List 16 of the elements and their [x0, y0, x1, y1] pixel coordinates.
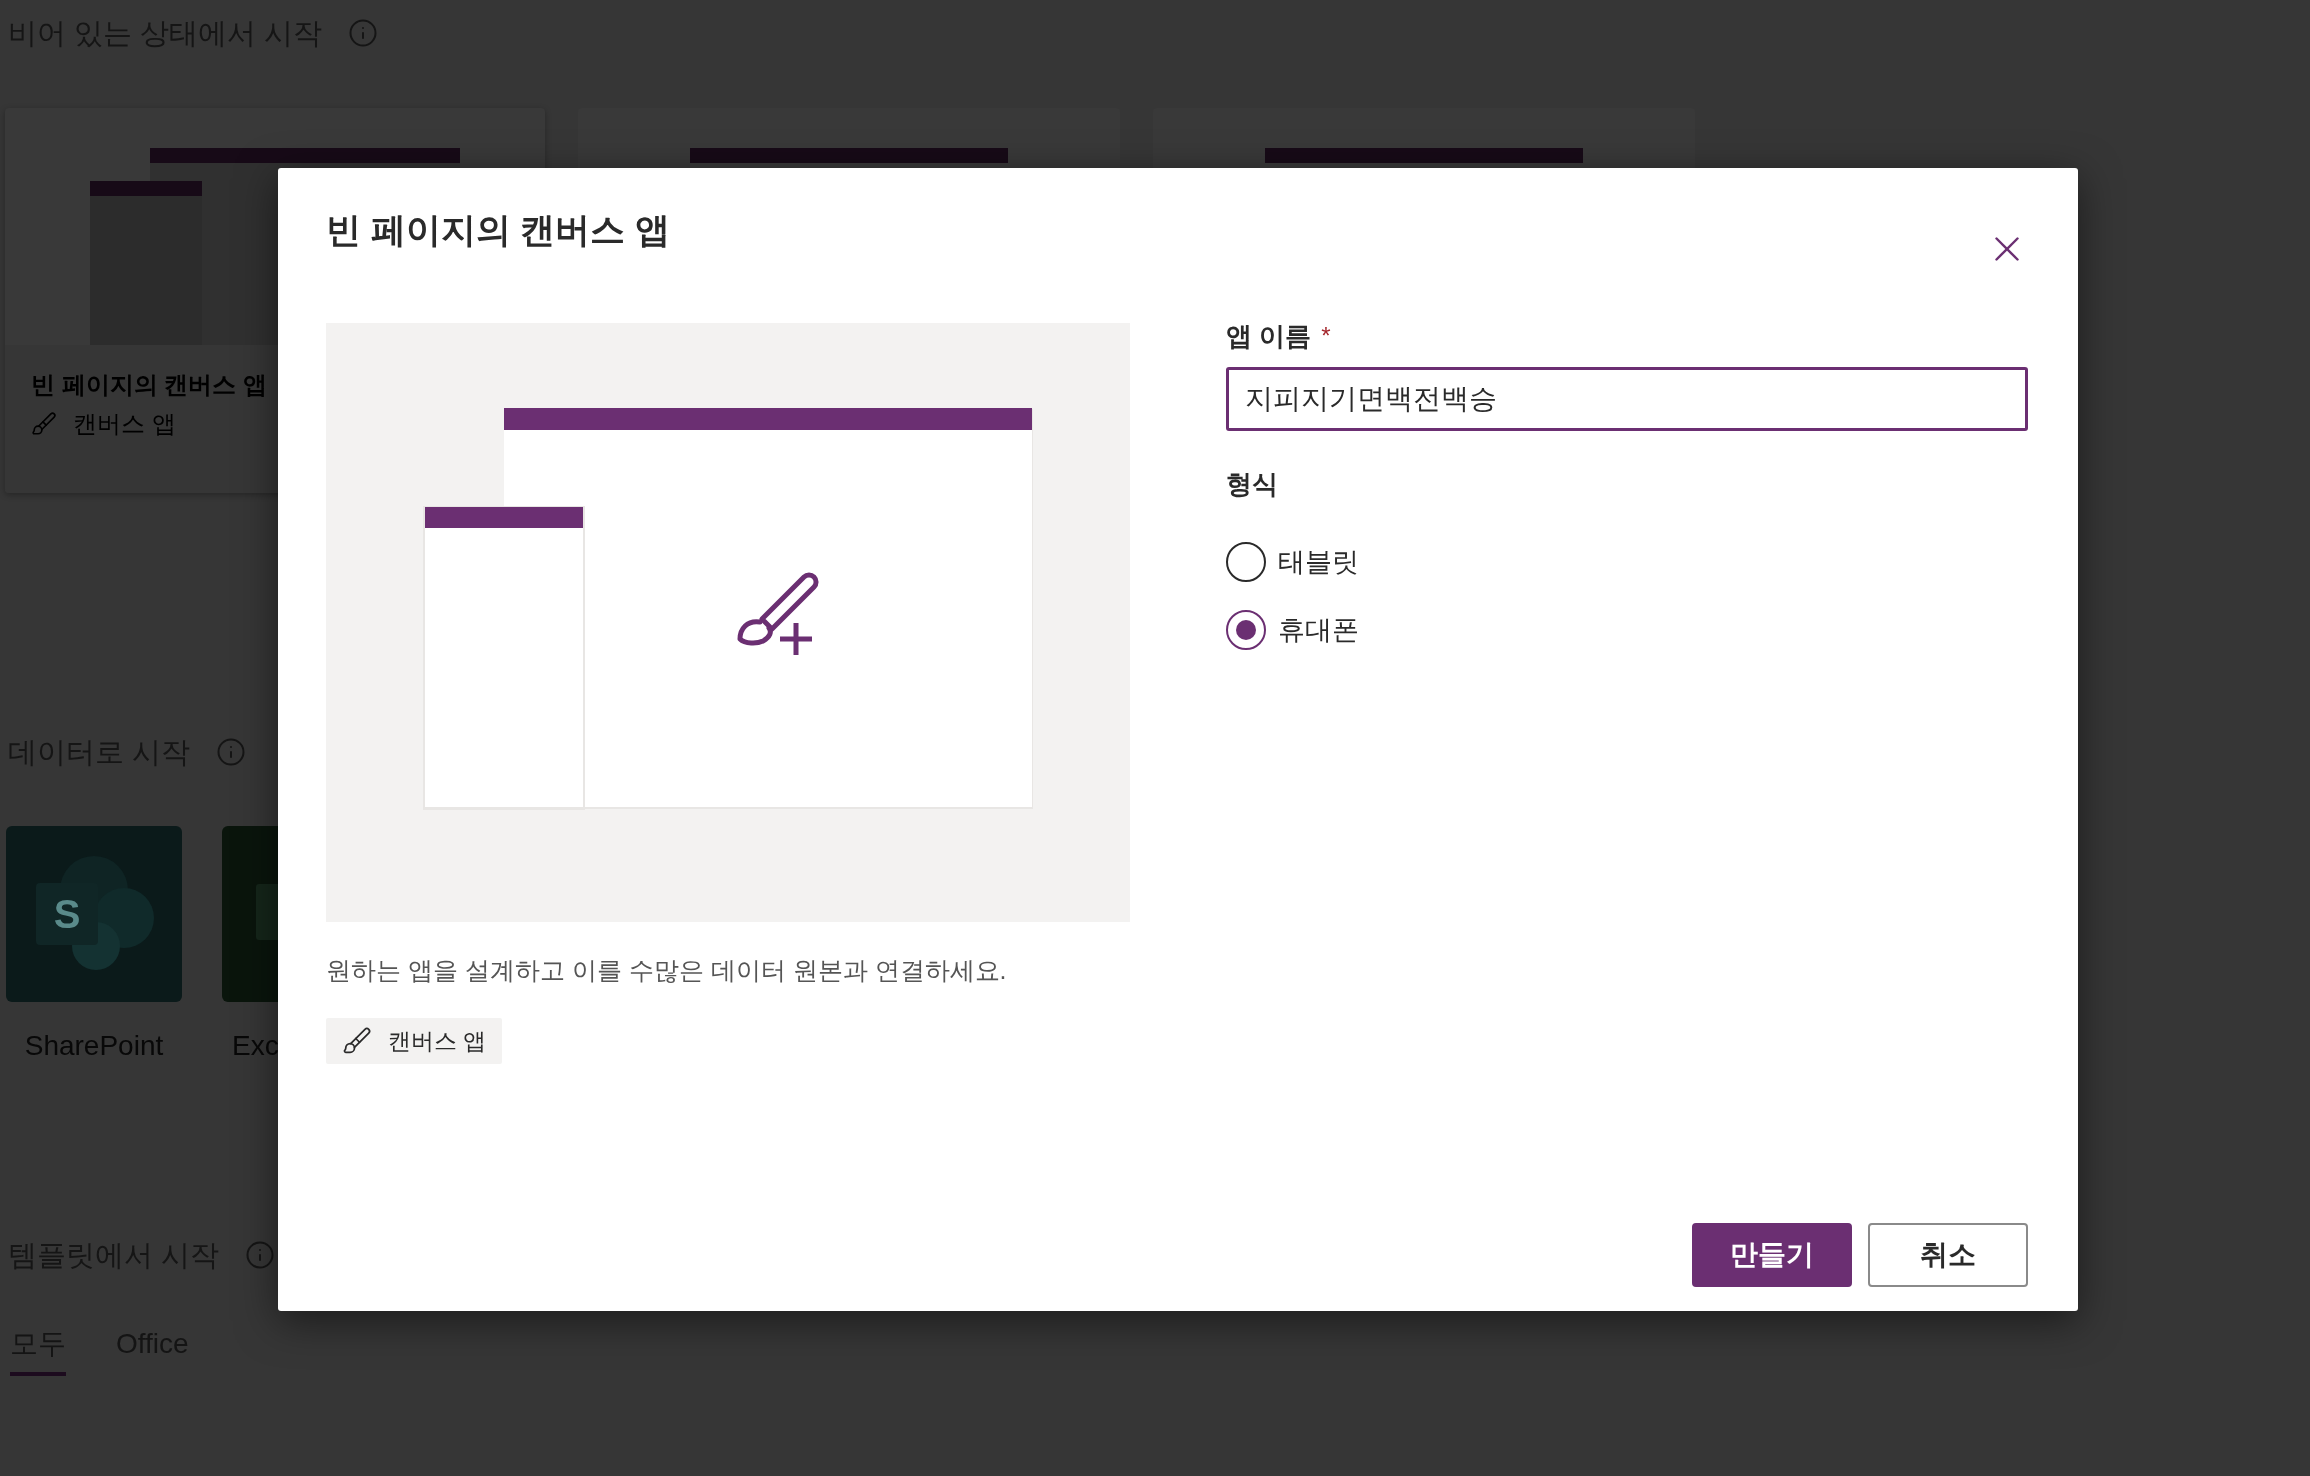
app-name-field[interactable]: 지피지기면백전백승	[1226, 367, 2028, 431]
required-mark: *	[1321, 324, 1331, 348]
radio-option[interactable]: 휴대폰	[1226, 610, 2030, 650]
dialog-description: 원하는 앱을 설계하고 이를 수많은 데이터 원본과 연결하세요.	[326, 958, 1008, 983]
brush-icon	[31, 411, 57, 437]
cancel-button[interactable]: 취소	[1868, 1223, 2028, 1287]
brush-icon	[342, 1026, 372, 1056]
create-button[interactable]: 만들기	[1692, 1223, 1852, 1287]
radio-option[interactable]: 태블릿	[1226, 542, 2030, 582]
logo-letter: S	[36, 883, 98, 945]
field-label: 형식	[1226, 471, 1279, 497]
radio-button[interactable]	[1226, 542, 1266, 582]
field-label: 앱 이름	[1226, 323, 1312, 349]
radio-button[interactable]	[1226, 610, 1266, 650]
tag-label: 캔버스 앱	[388, 1029, 487, 1053]
data-source-tile[interactable]: S	[6, 826, 182, 1002]
